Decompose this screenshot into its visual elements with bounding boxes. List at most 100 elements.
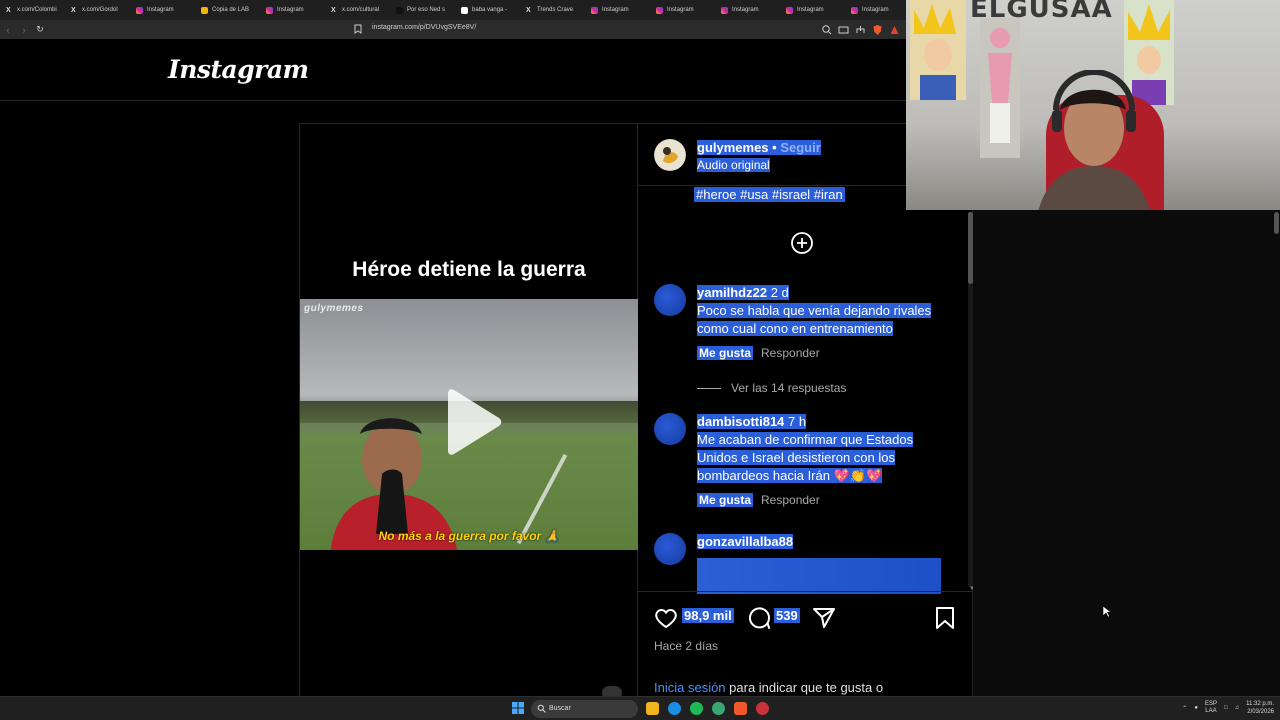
back-icon[interactable]: ‹	[0, 20, 16, 39]
browser-tab[interactable]: X Trends Crave	[520, 0, 585, 20]
heart-icon[interactable]	[654, 606, 678, 630]
windows-start-icon[interactable]	[512, 702, 524, 714]
reload-icon[interactable]: ↻	[32, 20, 48, 39]
clock-date: 2/03/2026	[1247, 709, 1274, 715]
instagram-icon	[136, 6, 143, 14]
comment-username[interactable]: yamilhdz22	[697, 285, 768, 300]
x-icon: X	[71, 6, 76, 14]
zoom-icon[interactable]	[821, 23, 832, 35]
browser-tab-label: Instagram	[602, 7, 629, 13]
browser-tab[interactable]: Instagram	[130, 0, 195, 20]
video-player[interactable]: gulymemes No más a la guerra por favor 🙏	[300, 299, 638, 550]
browser-tab[interactable]: Instagram	[715, 0, 780, 20]
taskbar-search[interactable]: Buscar	[531, 700, 638, 718]
browser-tab[interactable]: baba vanga -	[455, 0, 520, 20]
video-subtitle: No más a la guerra por favor 🙏	[378, 529, 560, 543]
browser-tab[interactable]: Xx.com/cultural	[325, 0, 390, 20]
play-icon[interactable]	[440, 389, 504, 455]
save-bookmark-icon[interactable]	[933, 606, 957, 630]
login-link[interactable]: Inicia sesión	[654, 680, 726, 695]
instagram-header: Instagram	[0, 39, 906, 101]
owner-username[interactable]: gulymemes	[697, 140, 769, 155]
instagram-icon	[266, 6, 273, 14]
tray-chevron-icon[interactable]: ⌃	[1182, 705, 1187, 712]
page-scrollbar[interactable]	[1274, 212, 1279, 234]
rewards-icon[interactable]	[889, 23, 900, 35]
instagram-icon	[656, 6, 663, 14]
clock[interactable]: 11:32 p.m. 2/03/2026	[1246, 700, 1274, 716]
url-field[interactable]: instagram.com/p/DVUvgSVEe8V/	[372, 24, 476, 31]
comment-username[interactable]: dambisotti814	[697, 414, 785, 429]
browser-tab[interactable]: Instagram	[845, 0, 906, 20]
search-icon	[537, 704, 546, 713]
owner-avatar[interactable]	[654, 139, 686, 171]
instagram-logo[interactable]: Instagram	[168, 55, 309, 84]
lang-bottom: LAA	[1205, 708, 1217, 714]
file-explorer-icon[interactable]	[646, 702, 659, 715]
audio-link[interactable]: Audio original	[697, 158, 770, 172]
follow-button[interactable]: Seguir	[780, 140, 821, 155]
network-icon[interactable]: □	[1224, 705, 1228, 711]
x-icon: X	[526, 6, 531, 14]
share-send-icon[interactable]	[812, 606, 836, 630]
browser-toolbar	[821, 23, 900, 35]
search-label: Buscar	[549, 705, 571, 712]
microphone-icon[interactable]: ●	[1194, 705, 1198, 711]
comment-like-button[interactable]: Me gusta	[697, 493, 754, 507]
obs-icon[interactable]	[756, 702, 769, 715]
instagram-icon	[851, 6, 858, 14]
windows-taskbar: Buscar ⌃ ● ESP LAA □ ♫ 11:32 p.m. 2/03/202…	[0, 696, 1280, 720]
comment-avatar[interactable]	[654, 533, 686, 565]
view-replies-button[interactable]: Ver las 14 respuestas	[697, 381, 846, 395]
like-count[interactable]: 98,9 mil	[682, 608, 734, 623]
post-actions: 98,9 mil 539 Hace 2 días Inicia sesión p…	[638, 591, 974, 699]
post-side-panel: gulymemes • Seguir Audio original #heroe…	[638, 124, 975, 699]
load-more-comments-icon[interactable]	[790, 231, 814, 255]
tiktok-icon	[396, 6, 403, 14]
comment-username[interactable]: gonzavillalba88	[697, 534, 794, 549]
comment-like-button[interactable]: Me gusta	[697, 346, 754, 360]
comment-avatar[interactable]	[654, 284, 686, 316]
comment-reply-button[interactable]: Responder	[761, 346, 820, 360]
replies-dash	[697, 387, 721, 389]
browser-tab[interactable]: Xx.com/Gordol	[65, 0, 130, 20]
comment-icon[interactable]	[747, 606, 771, 630]
browser-tab-label: Instagram	[862, 7, 889, 13]
comment-avatar[interactable]	[654, 413, 686, 445]
browser-tab[interactable]: Copia de LAB	[195, 0, 260, 20]
brave-shield-icon[interactable]	[872, 23, 883, 35]
bookmark-icon[interactable]	[354, 24, 362, 34]
browser-tab[interactable]: Instagram	[780, 0, 845, 20]
comment-body: yamilhdz22 2 d Poco se habla que venía d…	[697, 284, 952, 338]
edge-icon[interactable]	[668, 702, 681, 715]
screen-icon[interactable]	[838, 23, 849, 35]
x-icon: X	[331, 6, 336, 14]
webcam-overlay: ELGUSAA	[906, 0, 1280, 210]
brave-icon[interactable]	[734, 702, 747, 715]
browser-tab[interactable]: Instagram	[260, 0, 325, 20]
post-media[interactable]: Héroe detiene la guerra gulymemes No más…	[300, 124, 638, 700]
comment-media-preview[interactable]	[697, 558, 941, 594]
comment-reply-button[interactable]: Responder	[761, 493, 820, 507]
share-icon[interactable]	[855, 23, 866, 35]
browser-tab-label: x.com/Gordol	[82, 7, 118, 13]
comment-count[interactable]: 539	[774, 608, 800, 623]
comment-text: Me acaban de confirmar que Estados Unido…	[697, 432, 914, 483]
browser-tab[interactable]: Instagram	[585, 0, 650, 20]
spotify-icon[interactable]	[690, 702, 703, 715]
instagram-icon	[786, 6, 793, 14]
browser-tab[interactable]: Instagram	[650, 0, 715, 20]
chatgpt-icon[interactable]	[712, 702, 725, 715]
x-icon: X	[6, 6, 11, 14]
browser-tab-label: Instagram	[277, 7, 304, 13]
comment-actions: Me gusta Responder	[697, 346, 820, 360]
browser-tab[interactable]: Por eso Ned s	[390, 0, 455, 20]
instagram-icon	[721, 6, 728, 14]
browser-tab[interactable]: Xx.com/Colombi	[0, 0, 65, 20]
volume-icon[interactable]: ♫	[1235, 705, 1240, 711]
browser-tab-label: Por eso Ned s	[407, 7, 446, 13]
post-date: Hace 2 días	[654, 639, 719, 653]
forward-icon[interactable]: ›	[16, 20, 32, 39]
clock-time: 11:32 p.m.	[1246, 701, 1274, 707]
language-indicator[interactable]: ESP LAA	[1205, 701, 1217, 715]
